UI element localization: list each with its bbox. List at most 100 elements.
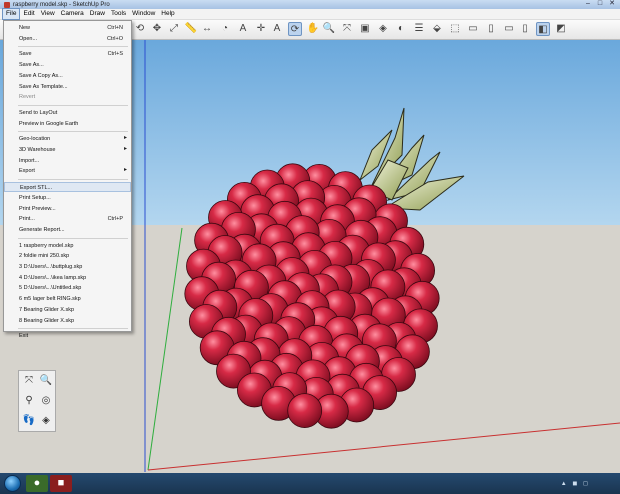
file-menu-item-label: Export STL... (20, 185, 53, 192)
zoom-extents-icon[interactable]: ⤧ (21, 373, 37, 389)
file-menu-item[interactable]: 4 D:\Users\...\ikea lamp.skp (4, 273, 131, 283)
file-menu-item-label: Open... (19, 35, 38, 42)
menu-separator (18, 237, 128, 239)
file-menu-item-label: Preview in Google Earth (19, 120, 79, 127)
styles-icon[interactable]: ◐ (394, 22, 408, 36)
file-menu-item[interactable]: 8 Bearing Glider X.skp (4, 316, 131, 326)
file-menu-item-label: Save As Template... (19, 83, 68, 90)
file-menu-item-label: Print Setup... (19, 194, 51, 201)
minimize-button[interactable]: – (582, 0, 594, 8)
file-menu-item-label: Save A Copy As... (19, 72, 63, 79)
file-menu-item[interactable]: Save A Copy As... (4, 71, 131, 81)
3d-text-icon[interactable]: A (270, 22, 284, 36)
submenu-arrow-icon: ▸ (123, 135, 127, 142)
tape-measure-icon[interactable]: 📏 (184, 22, 198, 36)
camera-tool-palette: ⤧ 🔍 ⚲ ◎ 👣 ◈ (18, 370, 56, 432)
file-menu-item[interactable]: 3 D:\Users\...\buttplug.skp (4, 262, 131, 272)
orbit-icon[interactable]: ⟳ (288, 22, 302, 36)
file-menu-item[interactable]: Geo-location ▸ (4, 134, 131, 144)
file-menu-item-label: 8 Bearing Glider X.skp (19, 317, 75, 324)
dimension-icon[interactable]: ↔ (200, 22, 214, 36)
front-view-icon[interactable]: ▭ (466, 22, 480, 36)
file-menu-item[interactable]: 2 foldie mini 250.skp (4, 251, 131, 261)
chrome-icon[interactable]: ● (26, 475, 48, 492)
scale-icon[interactable]: ⤢ (167, 22, 181, 36)
file-menu-item-label: New (19, 25, 31, 31)
file-menu-item[interactable]: Exit (4, 331, 131, 341)
menu-draw[interactable]: Draw (87, 9, 108, 19)
file-menu-item[interactable]: 6 m5 lager belt RING.skp (4, 294, 131, 304)
move-icon[interactable]: ✥ (150, 22, 164, 36)
file-menu-item[interactable]: Save As Template... (4, 82, 131, 92)
file-menu-item[interactable]: Print Setup... (4, 193, 131, 203)
menu-separator (18, 104, 128, 106)
file-menu-item-label: Generate Report... (19, 226, 65, 233)
windows-start-button[interactable] (4, 475, 21, 492)
monochrome-icon[interactable]: ◧ (536, 22, 550, 36)
file-menu-item[interactable]: Revert (4, 92, 131, 102)
file-menu-item[interactable]: Generate Report... (4, 225, 131, 235)
close-button[interactable]: ✕ (606, 0, 618, 8)
menu-window[interactable]: Window (129, 9, 158, 19)
zoom-icon[interactable]: 🔍 (322, 22, 336, 36)
section-plane-icon[interactable]: ◈ (38, 413, 54, 429)
materials-icon[interactable]: ◈ (376, 22, 390, 36)
file-menu-item[interactable]: Save Ctrl+S (4, 49, 131, 59)
file-menu-item-label: 7 Bearing Glider X.skp (19, 306, 75, 313)
look-around-icon[interactable]: ◎ (38, 393, 54, 409)
file-menu-item[interactable]: Preview in Google Earth (4, 119, 131, 129)
back-view-icon[interactable]: ▭ (502, 22, 516, 36)
sketchup-app-icon (4, 1, 10, 8)
file-menu-item[interactable]: Open... Ctrl+O (4, 34, 131, 44)
file-menu-dropdown: New Ctrl+N Open... Ctrl+O Save Ctrl+S Save As.… (3, 20, 132, 339)
file-menu-item-label: Print... (19, 216, 35, 223)
menu-help[interactable]: Help (158, 9, 177, 19)
protractor-icon[interactable]: ◔ (218, 22, 232, 36)
magnify-icon[interactable]: 🔍 (38, 373, 54, 389)
zoom-extents-icon[interactable]: ⤧ (340, 22, 354, 36)
walk-icon[interactable]: 👣 (21, 413, 37, 429)
top-view-icon[interactable]: ⬚ (448, 22, 462, 36)
file-menu-item-label: Exit (19, 333, 29, 340)
file-menu-item-label: Send to LayOut (19, 109, 58, 116)
left-view-icon[interactable]: ▯ (518, 22, 532, 36)
submenu-arrow-icon: ▸ (123, 146, 127, 152)
pan-icon[interactable]: ✋ (306, 22, 320, 36)
components-icon[interactable]: ▣ (358, 22, 372, 36)
menu-separator (18, 131, 128, 133)
file-menu-shortcut: Ctrl+P (107, 216, 123, 223)
shaded-icon[interactable]: ◩ (554, 22, 568, 36)
file-menu-item[interactable]: Print... Ctrl+P (4, 214, 131, 224)
menu-separator (18, 46, 128, 48)
file-menu-item[interactable]: Export STL... (4, 182, 131, 193)
file-menu-item-label: 3 D:\Users\...\buttplug.skp (19, 264, 83, 270)
text-icon[interactable]: A (236, 22, 250, 36)
sketchup-taskbar-icon[interactable]: ■ (50, 475, 72, 492)
position-camera-icon[interactable]: ⚲ (21, 393, 37, 409)
file-menu-item[interactable]: Save As... (4, 60, 131, 70)
axes-icon[interactable]: ✛ (254, 22, 268, 36)
layers-icon[interactable]: ☰ (412, 22, 426, 36)
file-menu-item[interactable]: New Ctrl+N (4, 23, 131, 33)
file-menu-item[interactable]: Send to LayOut (4, 108, 131, 118)
menu-tools[interactable]: Tools (108, 9, 129, 19)
file-menu-item-label: 2 foldie mini 250.skp (19, 253, 70, 260)
file-menu-item[interactable]: Export ▸ (4, 166, 131, 176)
file-menu-shortcut: Ctrl+S (107, 51, 123, 58)
file-menu-item[interactable]: Print Preview... (4, 204, 131, 214)
menu-camera[interactable]: Camera (58, 9, 87, 19)
menu-edit[interactable]: Edit (20, 9, 37, 19)
menu-separator (18, 179, 128, 181)
rotate-icon[interactable]: ⟲ (133, 22, 147, 36)
file-menu-item[interactable]: 5 D:\Users\...\Untitled.skp (4, 283, 131, 293)
iso-view-icon[interactable]: ⬙ (430, 22, 444, 36)
file-menu-item[interactable]: 7 Bearing Glider X.skp (4, 305, 131, 315)
right-view-icon[interactable]: ▯ (484, 22, 498, 36)
maximize-button[interactable]: □ (594, 0, 606, 8)
menu-file[interactable]: File (2, 8, 21, 20)
file-menu-item[interactable]: 1 raspberry model.skp (4, 241, 131, 251)
menu-view[interactable]: View (38, 9, 58, 19)
window-controls: – □ ✕ (582, 0, 618, 9)
file-menu-item[interactable]: Import... (4, 156, 131, 166)
file-menu-item[interactable]: 3D Warehouse ▸ (4, 145, 131, 155)
